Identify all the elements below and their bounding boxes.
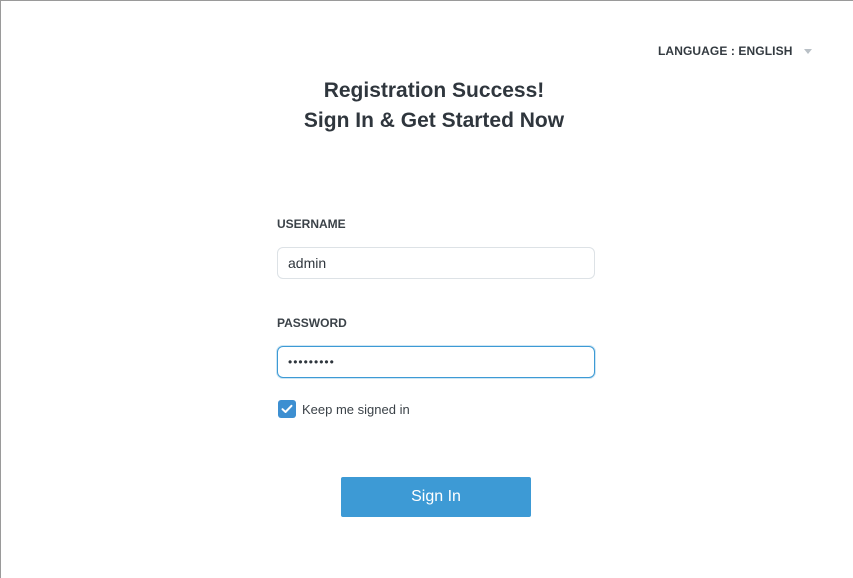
username-value: admin <box>288 255 327 271</box>
caret-down-icon <box>804 48 813 54</box>
password-label: PASSWORD <box>277 316 347 330</box>
language-selector[interactable]: LANGUAGE : ENGLISH <box>658 44 813 58</box>
password-value: ••••••••• <box>288 355 335 369</box>
language-label: LANGUAGE : ENGLISH <box>658 44 793 58</box>
username-label: USERNAME <box>277 217 346 231</box>
title-line-1: Registration Success! <box>323 79 545 102</box>
keep-signed-in-label: Keep me signed in <box>302 401 410 417</box>
checkmark-icon <box>281 404 293 413</box>
title-line-2: Sign In & Get Started Now <box>303 109 565 132</box>
username-field[interactable]: admin <box>277 247 595 279</box>
keep-signed-in-checkbox[interactable] <box>278 400 296 418</box>
keep-signed-in-option[interactable]: Keep me signed in <box>278 400 410 418</box>
login-window: LANGUAGE : ENGLISH Registration Success!… <box>0 0 853 578</box>
page-title: Registration Success! Sign In & Get Star… <box>1 76 853 136</box>
sign-in-button[interactable]: Sign In <box>341 477 531 517</box>
password-field[interactable]: ••••••••• <box>277 346 595 378</box>
